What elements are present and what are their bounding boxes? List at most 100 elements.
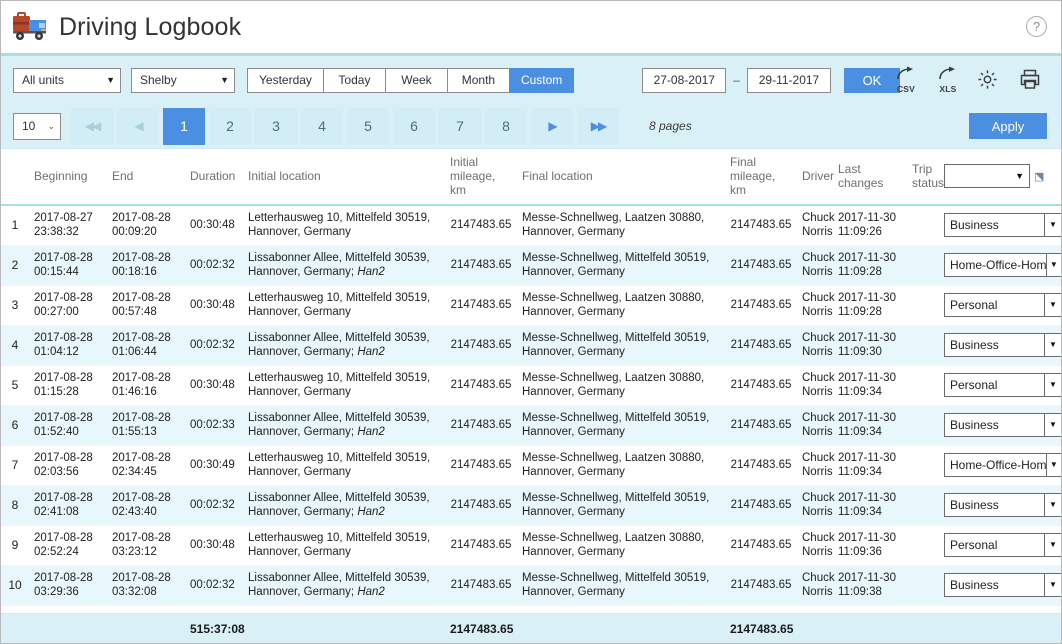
rows-per-page-value: 10 [22,119,35,133]
cell-trip-status-spacer [907,205,939,245]
cell-final-location: Messe-Schnellweg, Mittelfeld 30519,Hanno… [517,485,725,525]
col-trip-status[interactable]: Trip status [907,149,939,205]
cell-initial-mileage: 2147483.65 [445,525,517,565]
driver-select-value: Shelby [140,73,214,87]
table-row[interactable]: 92017-08-2802:52:242017-08-2803:23:1200:… [1,525,1061,565]
page-button-2[interactable]: 2 [209,108,251,145]
cell-beginning: 2017-08-2801:15:28 [29,365,107,405]
cell-final-location: Messe-Schnellweg, Mittelfeld 30519,Hanno… [517,405,725,445]
page-button-4[interactable]: 4 [301,108,343,145]
cell-trip-status: Home-Office-Home▼ [939,245,1061,285]
cell-driver: ChuckNorris [797,525,833,565]
export-xls-icon[interactable]: XLS [935,66,961,94]
cell-final-mileage: 2147483.65 [725,205,797,245]
table-row[interactable]: 52017-08-2801:15:282017-08-2801:46:1600:… [1,365,1061,405]
trip-status-select[interactable]: Home-Office-Home▼ [944,453,1061,477]
cell-duration: 00:30:48 [185,365,243,405]
trip-status-filter-select[interactable]: ▼ [944,164,1030,188]
trip-status-value: Business [945,494,1044,516]
table-body: 12017-08-2723:38:322017-08-2800:09:2000:… [1,205,1061,605]
first-page-button[interactable]: ◀◀ [71,108,113,145]
cell-final-location: Messe-Schnellweg, Mittelfeld 30519,Hanno… [517,245,725,285]
col-final-location[interactable]: Final location [517,149,725,205]
cell-duration: 00:30:49 [185,445,243,485]
cell-end: 2017-08-2800:18:16 [107,245,185,285]
page-button-7[interactable]: 7 [439,108,481,145]
page-buttons: ◀◀ ◀ 1 2 3 4 5 6 7 8 ▶ ▶▶ [71,108,619,145]
col-duration[interactable]: Duration [185,149,243,205]
trip-status-value: Business [945,334,1044,356]
period-custom-button[interactable]: Custom [509,68,574,93]
cell-initial-location: Lissabonner Allee, Mittelfeld 30539,Hann… [243,485,445,525]
total-duration: 515:37:08 [185,614,243,644]
expand-icon[interactable]: ⬔ [1034,170,1044,183]
trip-status-select[interactable]: Business▼ [944,213,1061,237]
cell-beginning: 2017-08-2801:04:12 [29,325,107,365]
period-month-button[interactable]: Month [447,68,509,93]
table-row[interactable]: 102017-08-2803:29:362017-08-2803:32:0800… [1,565,1061,605]
trip-status-select[interactable]: Business▼ [944,573,1061,597]
period-yesterday-button[interactable]: Yesterday [247,68,323,93]
col-status-filter: ▼ ⬔ [939,149,1061,205]
trip-status-select[interactable]: Business▼ [944,493,1061,517]
period-today-button[interactable]: Today [323,68,385,93]
trip-status-select[interactable]: Personal▼ [944,533,1061,557]
last-page-button[interactable]: ▶▶ [577,108,619,145]
export-csv-icon[interactable]: CSV [893,66,919,94]
page-button-8[interactable]: 8 [485,108,527,145]
cell-initial-mileage: 2147483.65 [445,285,517,325]
cell-final-mileage: 2147483.65 [725,525,797,565]
page-button-1[interactable]: 1 [163,108,205,145]
col-initial-location[interactable]: Initial location [243,149,445,205]
logbook-table: Beginning End Duration Initial location … [1,149,1061,606]
settings-gear-icon[interactable] [977,66,1003,94]
prev-page-button[interactable]: ◀ [117,108,159,145]
trip-status-value: Personal [945,294,1044,316]
trip-status-select[interactable]: Home-Office-Home▼ [944,253,1061,277]
cell-duration: 00:02:32 [185,485,243,525]
col-beginning[interactable]: Beginning [29,149,107,205]
date-range-separator: – [733,73,740,87]
table-row[interactable]: 82017-08-2802:41:082017-08-2802:43:4000:… [1,485,1061,525]
cell-last-changes: 2017-11-3011:09:34 [833,485,907,525]
rows-per-page-select[interactable]: 10 ⌄ [13,113,61,140]
col-last-changes[interactable]: Last changes [833,149,907,205]
units-select[interactable]: All units ▼ [13,68,121,93]
trip-status-select[interactable]: Business▼ [944,333,1061,357]
pages-count-label: 8 pages [649,119,692,133]
driver-select[interactable]: Shelby ▼ [131,68,235,93]
trip-status-select[interactable]: Personal▼ [944,373,1061,397]
date-from-input[interactable]: 27-08-2017 [642,68,726,93]
date-to-input[interactable]: 29-11-2017 [747,68,831,93]
trip-status-select[interactable]: Personal▼ [944,293,1061,317]
cell-initial-location: Lissabonner Allee, Mittelfeld 30539,Hann… [243,325,445,365]
row-number: 9 [1,525,29,565]
col-initial-mileage[interactable]: Initial mileage, km [445,149,517,205]
period-week-button[interactable]: Week [385,68,447,93]
page-button-6[interactable]: 6 [393,108,435,145]
cell-last-changes: 2017-11-3011:09:34 [833,445,907,485]
help-circle-icon[interactable]: ? [1026,16,1047,37]
row-number: 10 [1,565,29,605]
col-driver[interactable]: Driver [797,149,833,205]
page-button-5[interactable]: 5 [347,108,389,145]
cell-last-changes: 2017-11-3011:09:38 [833,565,907,605]
table-row[interactable]: 42017-08-2801:04:122017-08-2801:06:4400:… [1,325,1061,365]
col-final-mileage[interactable]: Final mileage, km [725,149,797,205]
next-page-button[interactable]: ▶ [531,108,573,145]
row-number: 1 [1,205,29,245]
table-row[interactable]: 62017-08-2801:52:402017-08-2801:55:1300:… [1,405,1061,445]
table-row[interactable]: 12017-08-2723:38:322017-08-2800:09:2000:… [1,205,1061,245]
export-csv-label: CSV [893,84,919,94]
trip-status-select[interactable]: Business▼ [944,413,1061,437]
table-row[interactable]: 22017-08-2800:15:442017-08-2800:18:1600:… [1,245,1061,285]
print-icon[interactable] [1019,66,1045,94]
ok-button[interactable]: OK [844,68,900,93]
col-end[interactable]: End [107,149,185,205]
row-number: 7 [1,445,29,485]
page-button-3[interactable]: 3 [255,108,297,145]
table-row[interactable]: 32017-08-2800:27:002017-08-2800:57:4800:… [1,285,1061,325]
apply-button[interactable]: Apply [969,113,1047,139]
table-row[interactable]: 72017-08-2802:03:562017-08-2802:34:4500:… [1,445,1061,485]
cell-duration: 00:30:48 [185,525,243,565]
